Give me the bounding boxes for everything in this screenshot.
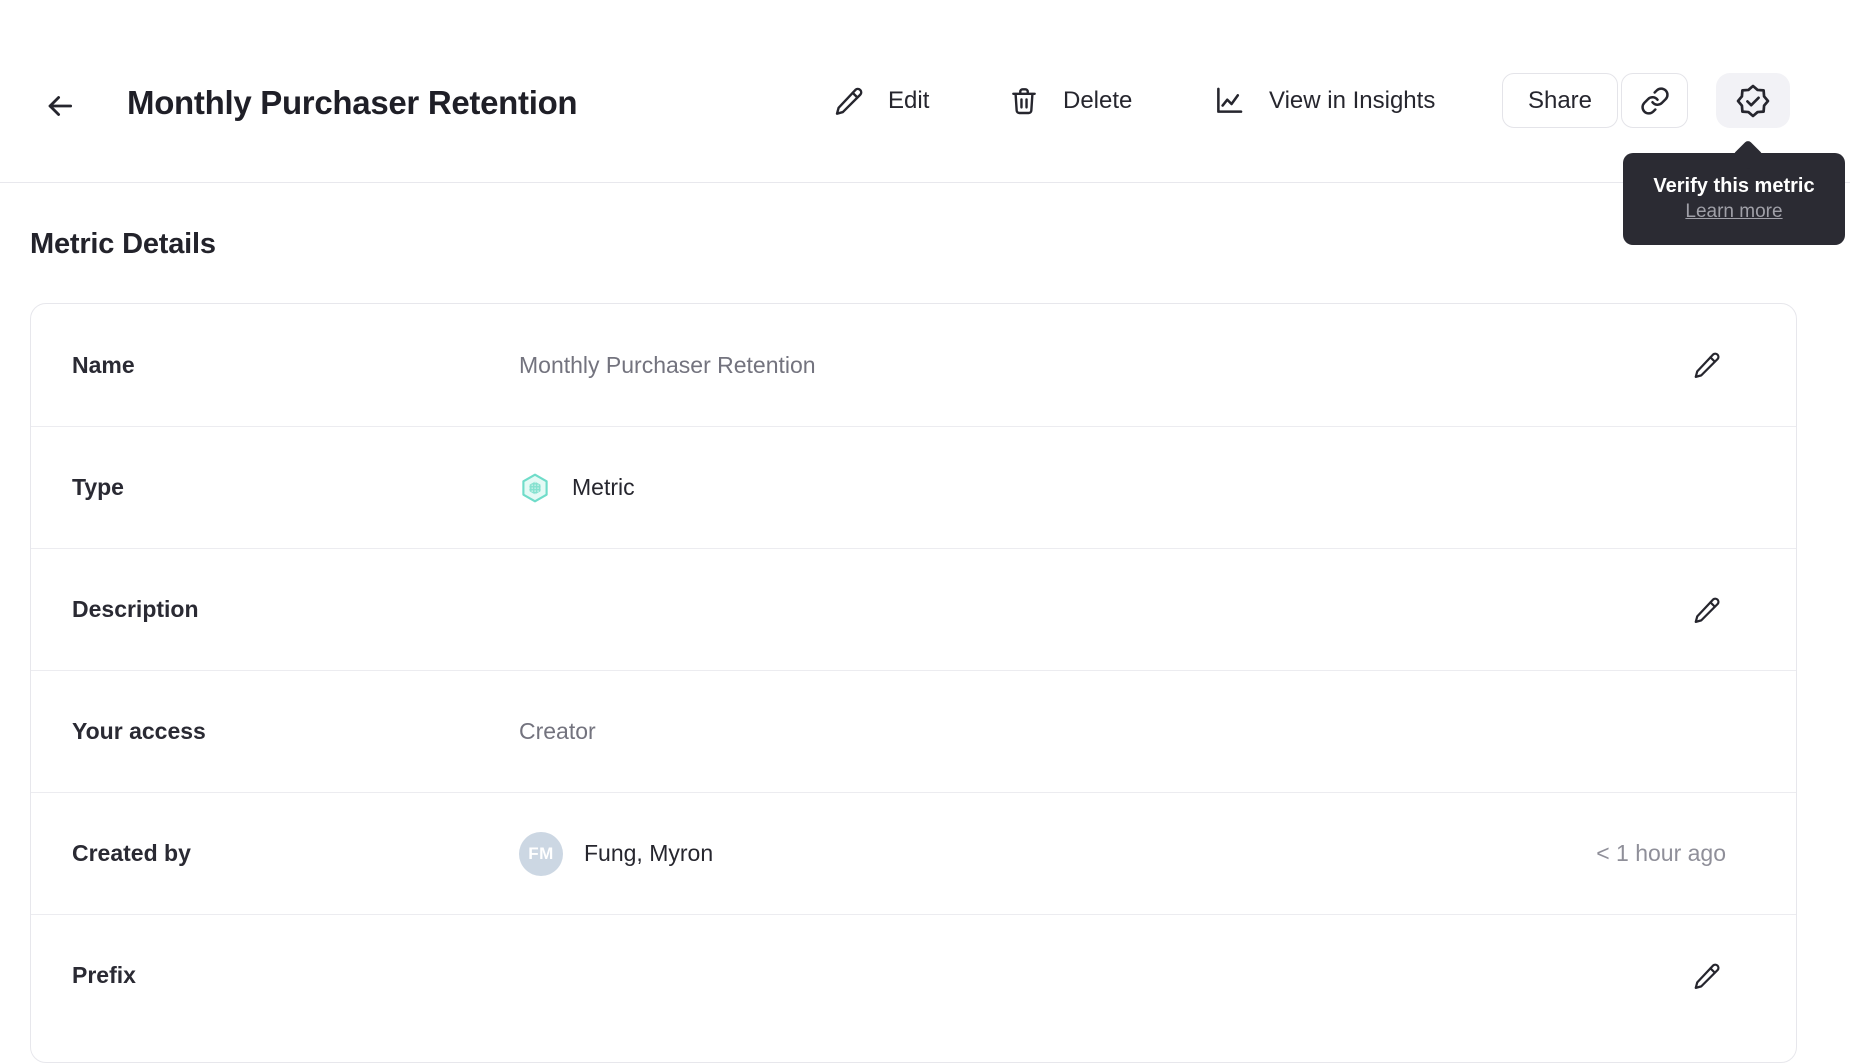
verify-metric-button[interactable] <box>1716 73 1790 128</box>
edit-button[interactable]: Edit <box>833 77 929 125</box>
edit-prefix-button[interactable] <box>1688 957 1726 995</box>
created-time: < 1 hour ago <box>1596 840 1726 866</box>
delete-label: Delete <box>1063 87 1133 114</box>
view-in-insights-label: View in Insights <box>1269 87 1436 114</box>
row-label: Description <box>72 596 199 622</box>
created-by-value: FM Fung, Myron <box>519 831 1596 876</box>
verify-tooltip: Verify this metric Learn more <box>1623 139 1845 245</box>
pencil-icon <box>1692 595 1722 625</box>
row-label: Name <box>72 351 135 378</box>
trash-icon <box>1008 85 1040 117</box>
view-in-insights-button[interactable]: View in Insights <box>1212 77 1435 125</box>
table-row-name: Name Monthly Purchaser Retention <box>31 304 1796 426</box>
created-by-name: Fung, Myron <box>584 840 714 866</box>
pencil-icon <box>1692 350 1722 380</box>
table-row-your-access: Your access Creator <box>31 670 1796 792</box>
table-row-prefix: Prefix <box>31 914 1796 1036</box>
row-label: Type <box>72 474 124 500</box>
pencil-icon <box>1692 961 1722 991</box>
table-row-created-by: Created by FM Fung, Myron < 1 hour ago <box>31 792 1796 914</box>
line-chart-icon <box>1212 84 1246 118</box>
table-row-description: Description <box>31 548 1796 670</box>
your-access-value: Creator <box>519 718 596 744</box>
avatar: FM <box>519 831 563 876</box>
page-header: Monthly Purchaser Retention Edit Delete <box>0 0 1850 183</box>
edit-label: Edit <box>888 87 930 114</box>
learn-more-link[interactable]: Learn more <box>1685 201 1782 223</box>
metric-hexagon-icon <box>519 472 551 504</box>
tooltip-title: Verify this metric <box>1653 175 1815 197</box>
row-label: Created by <box>72 840 191 866</box>
row-label: Your access <box>72 718 206 744</box>
row-label: Prefix <box>72 962 136 988</box>
table-row-type: Type Metric <box>31 426 1796 548</box>
page-title: Monthly Purchaser Retention <box>127 84 578 121</box>
edit-description-button[interactable] <box>1688 591 1726 629</box>
link-icon <box>1640 86 1670 116</box>
pencil-icon <box>833 85 865 117</box>
back-button[interactable] <box>38 88 82 124</box>
edit-name-button[interactable] <box>1688 346 1726 384</box>
share-button[interactable]: Share <box>1502 73 1618 128</box>
section-title: Metric Details <box>30 228 216 260</box>
name-value: Monthly Purchaser Retention <box>519 351 816 378</box>
type-value: Metric <box>519 472 1726 504</box>
type-label: Metric <box>572 474 635 500</box>
copy-link-button[interactable] <box>1621 73 1688 128</box>
verified-badge-icon <box>1735 83 1771 119</box>
share-label: Share <box>1527 86 1593 114</box>
delete-button[interactable]: Delete <box>1008 77 1132 125</box>
metric-details-card: Name Monthly Purchaser Retention Type Me… <box>30 303 1797 1063</box>
arrow-left-icon <box>43 89 77 123</box>
